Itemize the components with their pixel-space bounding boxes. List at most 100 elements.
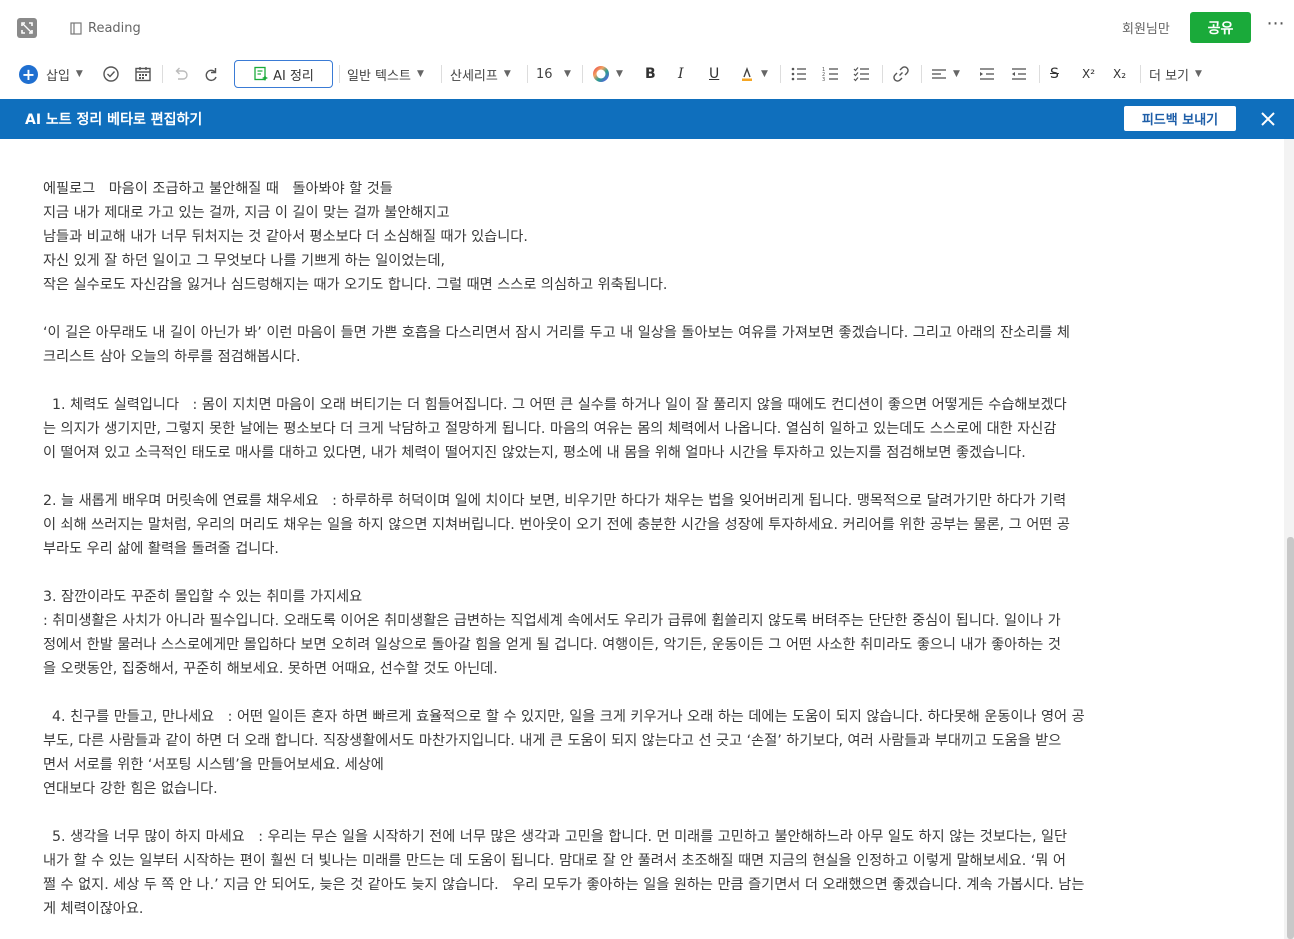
font-family-label: 산세리프	[450, 68, 498, 84]
checklist-circle-button[interactable]	[102, 58, 120, 90]
link-button[interactable]	[892, 58, 910, 90]
toolbar-divider	[1039, 65, 1040, 83]
paragraph-line: 5. 생각을 너무 많이 하지 마세요 : 우리는 무슨 일을 시작하기 전에 …	[43, 829, 1068, 845]
toolbar-divider	[921, 65, 922, 83]
link-icon	[893, 66, 909, 82]
check-circle-icon	[103, 66, 119, 82]
paragraph-line: 연대보다 강한 힘은 없습니다.	[43, 781, 218, 797]
chevron-down-icon: ▼	[416, 69, 424, 79]
expand-icon[interactable]	[17, 18, 37, 38]
ai-summary-button[interactable]: AI 정리	[234, 60, 333, 88]
paragraph-line: 을 오랫동안, 집중해서, 꾸준히 해보세요. 못하면 어때요, 선수할 것도 …	[43, 661, 498, 677]
paragraph-line: 정에서 한발 물러나 스스로에게만 몰입하다 보면 오히려 일상으로 돌아갈 힘…	[43, 637, 1061, 653]
indent-button[interactable]	[979, 58, 995, 90]
paragraph-line: 이 쇠해 쓰러지는 말처럼, 우리의 머리도 채우는 일을 하지 않으면 지쳐버…	[43, 517, 1070, 533]
bold-button[interactable]: B	[645, 58, 656, 90]
chevron-down-icon: ▼	[564, 69, 571, 79]
align-left-icon	[932, 69, 946, 79]
indent-icon	[980, 68, 994, 80]
toolbar-divider	[780, 65, 781, 83]
redo-button[interactable]	[202, 58, 220, 90]
text-style-select[interactable]: 일반 텍스트 ▼	[347, 58, 424, 90]
calendar-button[interactable]	[134, 58, 152, 90]
insert-label: 삽입	[46, 68, 70, 84]
toolbar-divider	[1140, 65, 1141, 83]
paragraph-line: 1. 체력도 실력입니다 : 몸이 지치면 마음이 오래 버티기는 더 힘들어집…	[43, 397, 1067, 413]
checklist-button[interactable]	[853, 58, 871, 90]
superscript-button[interactable]: X²	[1082, 58, 1095, 90]
font-size-select[interactable]: 16 ▼	[536, 58, 571, 90]
bullet-list-icon	[791, 67, 806, 81]
close-icon[interactable]	[1258, 109, 1278, 129]
document-title[interactable]: Reading	[70, 18, 141, 38]
paragraph-line: ‘이 길은 아무래도 내 길이 아닌가 봐’ 이런 마음이 들면 가쁜 호흡을 …	[43, 325, 1070, 341]
numbered-list-icon: 1 2 3	[822, 67, 838, 82]
toolbar-divider	[441, 65, 442, 83]
chevron-down-icon: ▼	[503, 69, 511, 79]
paragraph-line: 4. 친구를 만들고, 만나세요 : 어떤 일이든 혼자 하면 빠르게 효율적으…	[43, 709, 1085, 725]
more-options-icon[interactable]: ⋯	[1266, 15, 1286, 37]
strikethrough-button[interactable]: S	[1050, 58, 1059, 90]
undo-icon	[175, 67, 188, 80]
banner-title: AI 노트 정리 베타로 편집하기	[25, 112, 203, 128]
highlight-button[interactable]: ▼	[739, 58, 768, 90]
paragraph-line: 부도, 다른 사람들과 같이 하면 더 오래 합니다. 직장생활에서도 마찬가지…	[43, 733, 1062, 749]
editor-toolbar: + 삽입 ▼ AI 정리 일반 텍스트 ▼ 산세리프 ▼ 16 ▼ ▼ B I …	[0, 58, 1294, 90]
insert-button[interactable]: + 삽입 ▼	[19, 58, 83, 90]
subscript-button[interactable]: X₂	[1113, 58, 1126, 90]
chevron-down-icon: ▼	[616, 69, 623, 79]
font-family-select[interactable]: 산세리프 ▼	[450, 58, 511, 90]
outdent-button[interactable]	[1011, 58, 1027, 90]
italic-button[interactable]: I	[678, 58, 684, 90]
toolbar-divider	[882, 65, 883, 83]
numbered-list-button[interactable]: 1 2 3	[822, 58, 840, 90]
paragraph-line: 쩔 수 없지. 세상 두 쪽 안 나.’ 지금 안 되어도, 늦은 것 같아도 …	[43, 877, 1085, 893]
send-feedback-button[interactable]: 피드백 보내기	[1124, 106, 1236, 131]
svg-text:3: 3	[822, 77, 825, 82]
ai-document-icon	[254, 66, 269, 81]
toolbar-divider	[339, 65, 340, 83]
text-style-label: 일반 텍스트	[347, 68, 411, 84]
paragraph-line: 남들과 비교해 내가 너무 뒤처지는 것 같아서 평소보다 더 소심해질 때가 …	[43, 229, 528, 245]
paragraph-line: 3. 잠깐이라도 꾸준히 몰입할 수 있는 취미를 가지세요	[43, 589, 363, 605]
visibility-label[interactable]: 회원님만	[1122, 18, 1170, 37]
page-icon	[70, 21, 82, 35]
paragraph-line: 부라도 우리 삶에 활력을 돌려줄 겁니다.	[43, 541, 279, 557]
paragraph-line: 는 의지가 생기지만, 그렇지 못한 날에는 평소보다 더 크게 낙담하고 절망…	[43, 421, 1057, 437]
chevron-down-icon: ▼	[75, 69, 83, 79]
calendar-icon	[135, 67, 151, 82]
paragraph-line: 내가 할 수 있는 일부터 시작하는 편이 훨씬 더 빛나는 미래를 만드는 데…	[43, 853, 1066, 869]
checklist-icon	[853, 67, 869, 82]
bullet-list-button[interactable]	[790, 58, 808, 90]
align-button[interactable]: ▼	[931, 58, 960, 90]
paragraph-line: 자신 있게 잘 하던 일이고 그 무엇보다 나를 기쁘게 하는 일이었는데,	[43, 253, 446, 269]
more-menu-button[interactable]: 더 보기 ▼	[1149, 58, 1202, 90]
outdent-icon	[1012, 68, 1026, 80]
redo-icon	[205, 68, 217, 82]
document-title-label: Reading	[88, 20, 141, 36]
paragraph-line: 이 떨어져 있고 소극적인 태도로 매사를 대하고 있다면, 내가 체력이 떨어…	[43, 445, 1026, 461]
ai-summary-label: AI 정리	[273, 68, 314, 84]
more-menu-label: 더 보기	[1149, 68, 1190, 84]
ai-beta-banner: AI 노트 정리 베타로 편집하기 피드백 보내기	[0, 99, 1294, 139]
share-button[interactable]: 공유	[1190, 12, 1251, 43]
note-editor-body[interactable]: 에필로그 마음이 조급하고 불안해질 때 돌아봐야 할 것들 지금 내가 제대로…	[0, 139, 1284, 939]
toolbar-divider	[162, 65, 163, 83]
underline-button[interactable]: U	[709, 58, 719, 90]
paragraph-line: 크리스트 삼아 오늘의 하루를 점검해봅시다.	[43, 349, 301, 365]
paragraph-line: 2. 늘 새롭게 배우며 머릿속에 연료를 채우세요 : 하루하루 허덕이며 일…	[43, 493, 1067, 509]
highlighter-icon	[742, 67, 752, 81]
paragraph-line: 에필로그 마음이 조급하고 불안해질 때 돌아봐야 할 것들	[43, 181, 393, 197]
paragraph-line: 게 체력이잖아요.	[43, 901, 144, 917]
title-bar: Reading 회원님만 공유 ⋯	[0, 0, 1294, 52]
undo-button[interactable]	[172, 58, 190, 90]
paragraph-line: 작은 실수로도 자신감을 잃거나 심드렁해지는 때가 오기도 합니다. 그럴 때…	[43, 277, 668, 293]
font-size-label: 16	[536, 66, 553, 82]
paragraph-line: 면서 서로를 위한 ‘서포팅 시스템’을 만들어보세요. 세상에	[43, 757, 384, 773]
chevron-down-icon: ▼	[953, 69, 960, 79]
color-wheel-icon	[593, 66, 609, 82]
toolbar-divider	[527, 65, 528, 83]
paragraph-line: 지금 내가 제대로 가고 있는 걸까, 지금 이 길이 맞는 걸까 불안해지고	[43, 205, 450, 221]
text-color-picker[interactable]: ▼	[592, 58, 623, 90]
scrollbar-thumb[interactable]	[1287, 537, 1294, 939]
